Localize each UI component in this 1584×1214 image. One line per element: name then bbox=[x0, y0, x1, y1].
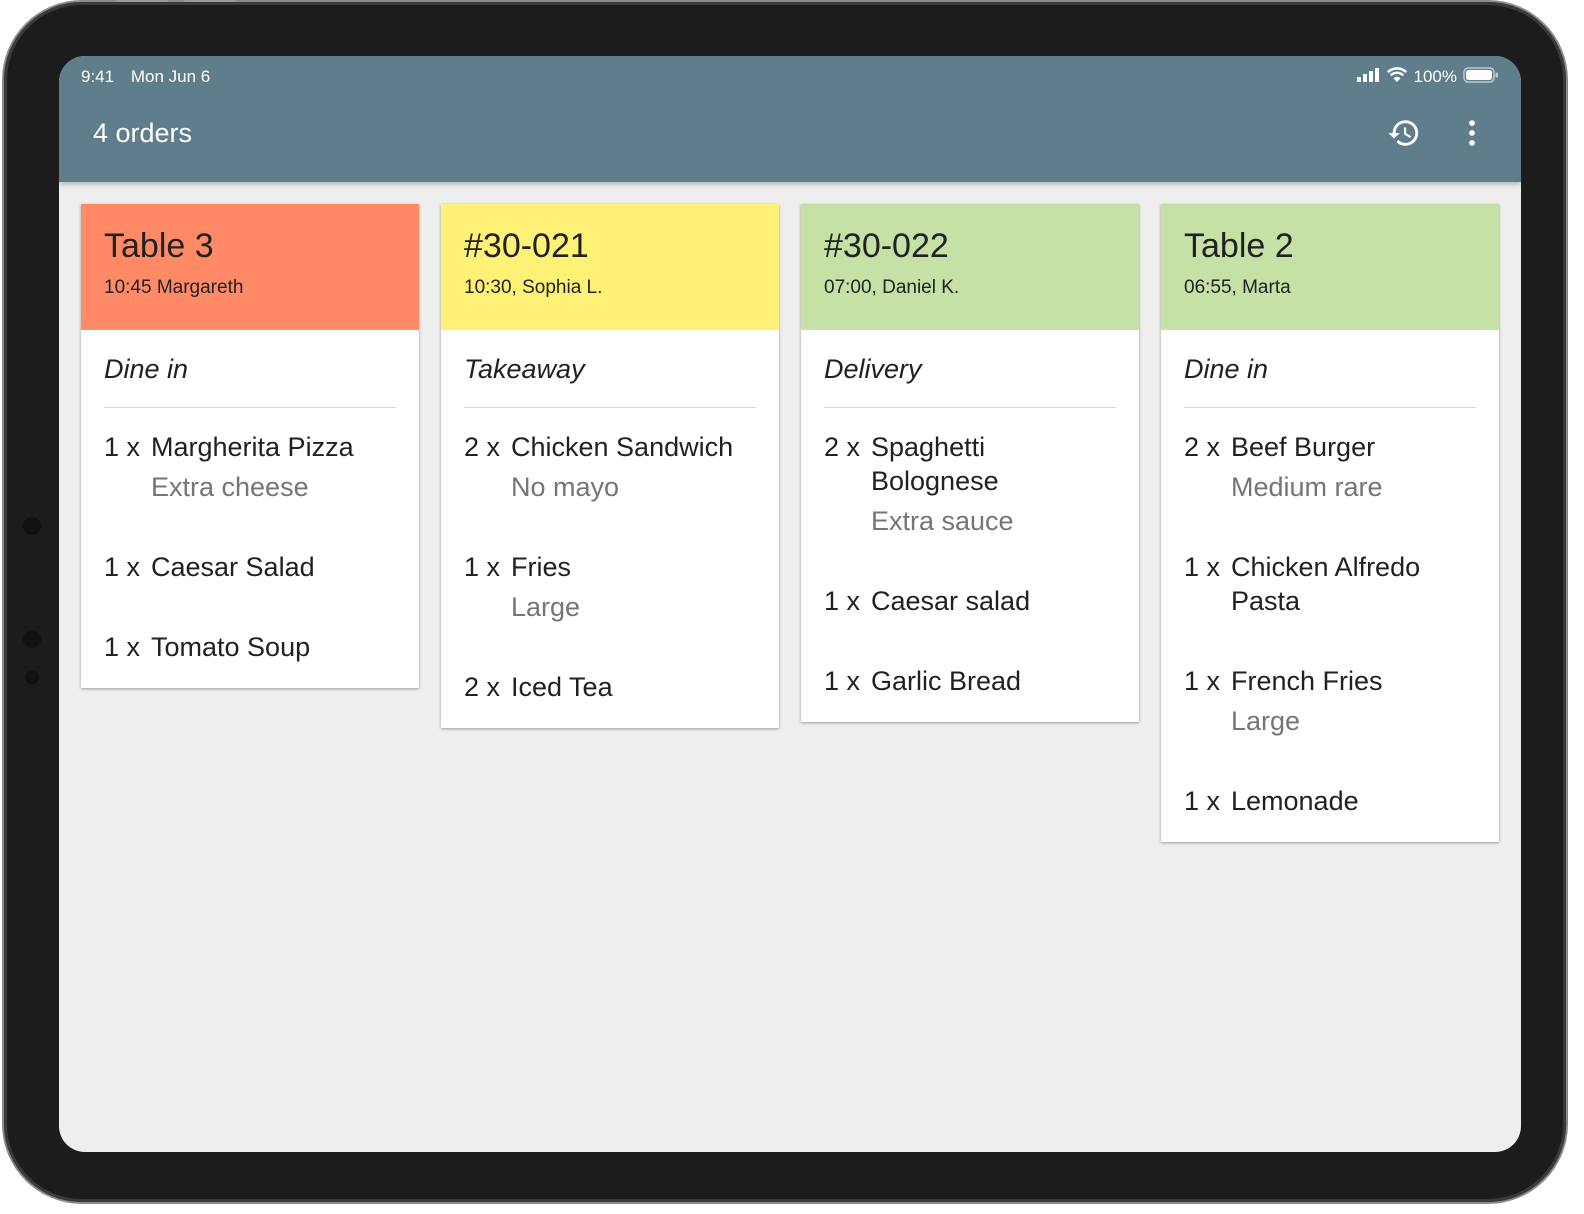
order-title: #30-021 bbox=[464, 227, 589, 265]
order-item[interactable]: 1 x French Fries Large bbox=[1184, 664, 1476, 738]
order-items: 2 x Spaghetti Bolognese Extra sauce 1 x Caes… bbox=[824, 408, 1116, 698]
item-quantity: 2 x bbox=[824, 432, 861, 462]
screen: 9:41 Mon Jun 6 100% 4 orders Table 3 10:… bbox=[59, 56, 1521, 1152]
order-items: 2 x Beef Burger Medium rare 1 x Chicken Alfr… bbox=[1184, 408, 1476, 818]
order-items: 1 x Margherita Pizza Extra cheese 1 x Caesar… bbox=[104, 408, 396, 664]
cellular-signal-icon bbox=[1356, 67, 1380, 87]
item-name: Spaghetti Bolognese bbox=[871, 432, 999, 496]
status-time: 9:41 bbox=[81, 67, 115, 86]
order-card[interactable]: #30-021 10:30, Sophia L. Takeaway 2 x Chi… bbox=[441, 204, 779, 728]
item-name: Lemonade bbox=[1231, 786, 1359, 816]
order-header: Table 2 06:55, Marta bbox=[1161, 204, 1499, 330]
order-item[interactable]: 1 x Caesar salad bbox=[824, 584, 1116, 618]
order-time-customer: 10:30, Sophia L. bbox=[464, 277, 603, 298]
item-quantity: 1 x bbox=[824, 586, 861, 616]
item-quantity: 1 x bbox=[1184, 786, 1221, 816]
item-modifier: Large bbox=[511, 592, 581, 622]
item-modifier: Extra cheese bbox=[151, 472, 309, 502]
item-quantity: 1 x bbox=[1184, 552, 1221, 582]
order-card[interactable]: Table 2 06:55, Marta Dine in 2 x Beef Bur… bbox=[1161, 204, 1499, 842]
battery-percent: 100% bbox=[1413, 67, 1457, 86]
order-title: #30-022 bbox=[824, 227, 949, 265]
history-icon bbox=[1387, 116, 1421, 155]
item-quantity: 2 x bbox=[1184, 432, 1221, 462]
item-name: Caesar Salad bbox=[151, 552, 315, 582]
item-name: Iced Tea bbox=[511, 672, 613, 702]
order-title: Table 2 bbox=[1184, 227, 1294, 265]
wifi-icon bbox=[1386, 66, 1408, 88]
order-item[interactable]: 1 x Caesar Salad bbox=[104, 550, 396, 584]
order-header: #30-021 10:30, Sophia L. bbox=[441, 204, 779, 330]
more-vert-icon bbox=[1455, 116, 1489, 155]
order-type: Dine in bbox=[1184, 330, 1476, 408]
orders-board: Table 3 10:45 Margareth Dine in 1 x Margh… bbox=[81, 204, 1499, 842]
battery-icon bbox=[1463, 66, 1499, 88]
order-item[interactable]: 1 x Tomato Soup bbox=[104, 630, 396, 664]
top-button bbox=[184, 0, 236, 2]
side-sensor bbox=[25, 670, 39, 684]
history-button[interactable] bbox=[1385, 116, 1423, 154]
item-quantity: 2 x bbox=[464, 432, 501, 462]
item-name: French Fries bbox=[1231, 666, 1383, 696]
order-time-customer: 06:55, Marta bbox=[1184, 277, 1291, 298]
page-title: 4 orders bbox=[93, 118, 193, 148]
item-modifier: Medium rare bbox=[1231, 472, 1383, 502]
tablet-frame: 9:41 Mon Jun 6 100% 4 orders Table 3 10:… bbox=[4, 0, 1566, 1202]
order-time-customer: 07:00, Daniel K. bbox=[824, 277, 960, 298]
order-items: 2 x Chicken Sandwich No mayo 1 x Fries Large 2… bbox=[464, 408, 756, 704]
item-name: Chicken Sandwich bbox=[511, 432, 734, 462]
order-item[interactable]: 1 x Garlic Bread bbox=[824, 664, 1116, 698]
item-name: Beef Burger bbox=[1231, 432, 1376, 462]
order-item[interactable]: 1 x Lemonade bbox=[1184, 784, 1476, 818]
item-name: Tomato Soup bbox=[151, 632, 311, 662]
item-quantity: 1 x bbox=[824, 666, 861, 696]
order-item[interactable]: 2 x Spaghetti Bolognese Extra sauce bbox=[824, 430, 1116, 538]
item-quantity: 2 x bbox=[464, 672, 501, 702]
order-type: Dine in bbox=[104, 330, 396, 408]
item-modifier: Extra sauce bbox=[871, 506, 1014, 536]
item-name: Chicken Alfredo Pasta bbox=[1231, 552, 1421, 616]
item-name: Fries bbox=[511, 552, 571, 582]
order-item[interactable]: 2 x Beef Burger Medium rare bbox=[1184, 430, 1476, 504]
top-button bbox=[116, 0, 168, 2]
item-quantity: 1 x bbox=[464, 552, 501, 582]
order-type: Delivery bbox=[824, 330, 1116, 408]
item-name: Garlic Bread bbox=[871, 666, 1022, 696]
order-type: Takeaway bbox=[464, 330, 756, 408]
item-modifier: Large bbox=[1231, 706, 1301, 736]
status-bar: 9:41 Mon Jun 6 100% bbox=[81, 62, 1499, 92]
item-name: Margherita Pizza bbox=[151, 432, 354, 462]
order-item[interactable]: 1 x Margherita Pizza Extra cheese bbox=[104, 430, 396, 504]
order-header: #30-022 07:00, Daniel K. bbox=[801, 204, 1139, 330]
side-sensor bbox=[23, 517, 41, 535]
order-item[interactable]: 2 x Chicken Sandwich No mayo bbox=[464, 430, 756, 504]
item-name: Caesar salad bbox=[871, 586, 1031, 616]
more-options-button[interactable] bbox=[1453, 116, 1491, 154]
order-title: Table 3 bbox=[104, 227, 214, 265]
order-card[interactable]: Table 3 10:45 Margareth Dine in 1 x Margh… bbox=[81, 204, 419, 688]
order-time-customer: 10:45 Margareth bbox=[104, 277, 244, 298]
app-bar: 9:41 Mon Jun 6 100% 4 orders bbox=[59, 56, 1521, 182]
order-header: Table 3 10:45 Margareth bbox=[81, 204, 419, 330]
item-quantity: 1 x bbox=[1184, 666, 1221, 696]
order-item[interactable]: 1 x Fries Large bbox=[464, 550, 756, 624]
item-quantity: 1 x bbox=[104, 632, 141, 662]
order-item[interactable]: 1 x Chicken Alfredo Pasta bbox=[1184, 550, 1476, 618]
item-modifier: No mayo bbox=[511, 472, 620, 502]
item-quantity: 1 x bbox=[104, 552, 141, 582]
item-quantity: 1 x bbox=[104, 432, 141, 462]
status-date: Mon Jun 6 bbox=[130, 67, 211, 86]
order-card[interactable]: #30-022 07:00, Daniel K. Delivery 2 x Spa… bbox=[801, 204, 1139, 722]
side-sensor bbox=[23, 630, 41, 648]
order-item[interactable]: 2 x Iced Tea bbox=[464, 670, 756, 704]
